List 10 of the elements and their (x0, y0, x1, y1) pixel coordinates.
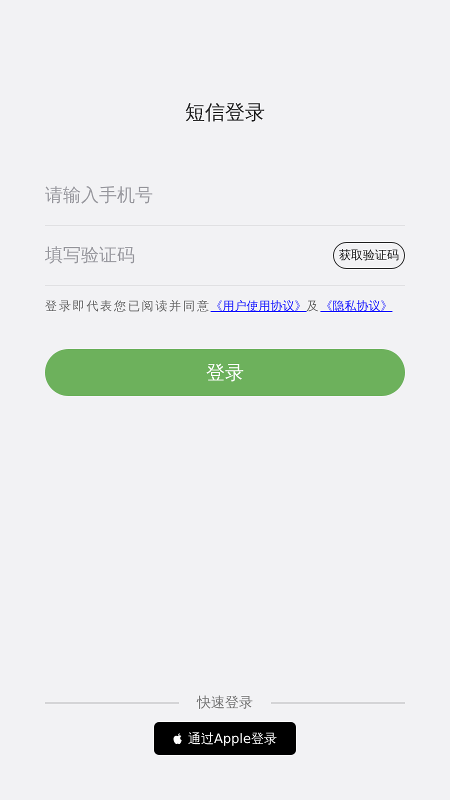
apple-login-button[interactable]: 通过Apple登录 (154, 722, 296, 755)
apple-icon (172, 732, 183, 744)
phone-input[interactable]: 请输入手机号 (45, 185, 405, 206)
get-code-button[interactable]: 获取验证码 (333, 242, 405, 269)
quick-login-label: 快速登录 (196, 694, 254, 712)
privacy-link[interactable]: 《隐私协议》 (320, 299, 392, 313)
code-input[interactable]: 填写验证码 (45, 245, 333, 266)
page-title: 短信登录 (184, 99, 266, 126)
user-agreement-link[interactable]: 《用户使用协议》 (210, 299, 307, 313)
agreement-text: 登录即代表您已阅读并同意《用户使用协议》及《隐私协议》 (45, 298, 394, 315)
